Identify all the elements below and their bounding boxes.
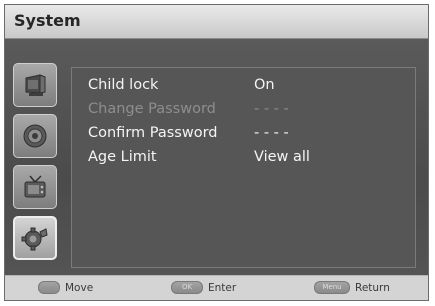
menu-panel: Child lock On Change Password - - - - Co… <box>71 67 416 268</box>
category-picture[interactable] <box>13 63 57 107</box>
title-bar: System <box>5 5 428 39</box>
enter-hint-label: Enter <box>208 281 237 294</box>
category-channel[interactable] <box>13 165 57 209</box>
change-password-label: Change Password <box>88 101 216 117</box>
picture-icon <box>25 74 46 96</box>
category-icons <box>13 63 59 267</box>
window-title: System <box>14 11 81 30</box>
confirm-password-value[interactable]: - - - - <box>254 125 289 141</box>
return-hint-label: Return <box>355 281 390 294</box>
category-sound[interactable] <box>13 114 57 158</box>
menu-key-icon: Menu <box>314 281 350 294</box>
move-hint-label: Move <box>65 281 94 294</box>
child-lock-value[interactable]: On <box>254 77 275 93</box>
child-lock-label[interactable]: Child lock <box>88 77 158 93</box>
move-hint: Move <box>38 281 93 294</box>
enter-hint: OK Enter <box>171 281 236 294</box>
sound-icon <box>23 124 47 148</box>
menu-body: Child lock On Change Password - - - - Co… <box>5 39 428 276</box>
key-hint-bar: Move OK Enter Menu Return <box>5 275 428 300</box>
age-limit-value[interactable]: View all <box>254 149 310 165</box>
category-setup[interactable] <box>13 216 57 260</box>
osd-window: System Child lock On Change Password - -… <box>4 4 429 301</box>
age-limit-label[interactable]: Age Limit <box>88 149 157 165</box>
return-hint: Menu Return <box>314 281 390 294</box>
arrow-keys-icon <box>38 281 60 294</box>
setup-icon <box>21 227 48 251</box>
confirm-password-label[interactable]: Confirm Password <box>88 125 218 141</box>
channel-icon <box>24 175 46 198</box>
ok-key-icon: OK <box>171 281 203 294</box>
change-password-value: - - - - <box>254 101 289 117</box>
